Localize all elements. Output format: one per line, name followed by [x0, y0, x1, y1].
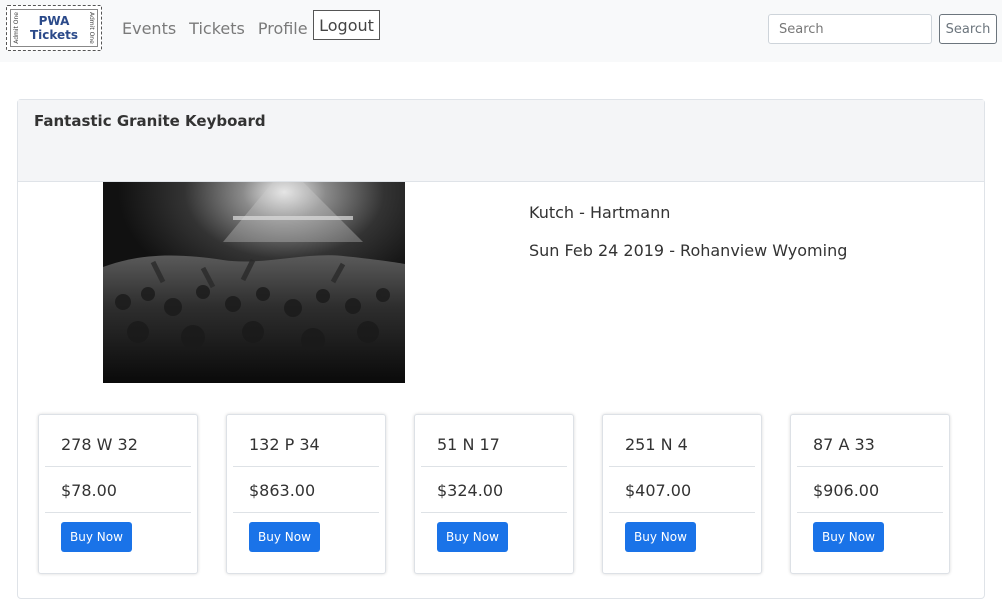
ticket-seat: 251 N 4 — [609, 421, 755, 467]
nav-link-events[interactable]: Events — [122, 19, 176, 38]
ticket-price: $324.00 — [421, 467, 567, 513]
search-input[interactable] — [768, 14, 932, 44]
logo-line2: Tickets — [29, 28, 79, 42]
ticket-seat: 132 P 34 — [233, 421, 379, 467]
nav-links: Events Tickets Profile — [122, 19, 308, 38]
logo-line1: PWA — [38, 14, 70, 28]
ticket-card: 51 N 17 $324.00 Buy Now — [414, 414, 574, 574]
buy-now-button[interactable]: Buy Now — [813, 522, 884, 552]
logo-text: PWA Tickets — [30, 14, 78, 42]
nav-link-tickets[interactable]: Tickets — [189, 19, 245, 38]
buy-now-button[interactable]: Buy Now — [625, 522, 696, 552]
buy-now-button[interactable]: Buy Now — [437, 522, 508, 552]
ticket-card: 87 A 33 $906.00 Buy Now — [790, 414, 950, 574]
logo-side-text-right: Admit One — [88, 12, 95, 44]
navbar: Admit One Admit One PWA Tickets Events T… — [0, 0, 1002, 62]
ticket-card: 278 W 32 $78.00 Buy Now — [38, 414, 198, 574]
concert-crowd-image — [103, 182, 405, 383]
event-image — [103, 182, 405, 383]
card-header: Fantastic Granite Keyboard — [18, 100, 984, 182]
ticket-seat: 51 N 17 — [421, 421, 567, 467]
ticket-price: $78.00 — [45, 467, 191, 513]
buy-now-button[interactable]: Buy Now — [61, 522, 132, 552]
ticket-price: $407.00 — [609, 467, 755, 513]
ticket-card: 132 P 34 $863.00 Buy Now — [226, 414, 386, 574]
buy-now-button[interactable]: Buy Now — [249, 522, 320, 552]
event-venue: Kutch - Hartmann — [529, 203, 671, 222]
ticket-price: $863.00 — [233, 467, 379, 513]
nav-link-profile[interactable]: Profile — [258, 19, 308, 38]
logo-side-text-left: Admit One — [13, 12, 20, 44]
ticket-card: 251 N 4 $407.00 Buy Now — [602, 414, 762, 574]
logout-button[interactable]: Logout — [313, 10, 380, 40]
ticket-seat: 278 W 32 — [45, 421, 191, 467]
ticket-seat: 87 A 33 — [797, 421, 943, 467]
event-card: Fantastic Granite Keyboard Kutch - Hartm… — [17, 99, 985, 599]
ticket-price: $906.00 — [797, 467, 943, 513]
logo[interactable]: Admit One Admit One PWA Tickets — [6, 5, 102, 51]
search-button[interactable]: Search — [939, 14, 997, 44]
event-date-location: Sun Feb 24 2019 - Rohanview Wyoming — [529, 241, 848, 260]
event-title: Fantastic Granite Keyboard — [34, 112, 266, 130]
